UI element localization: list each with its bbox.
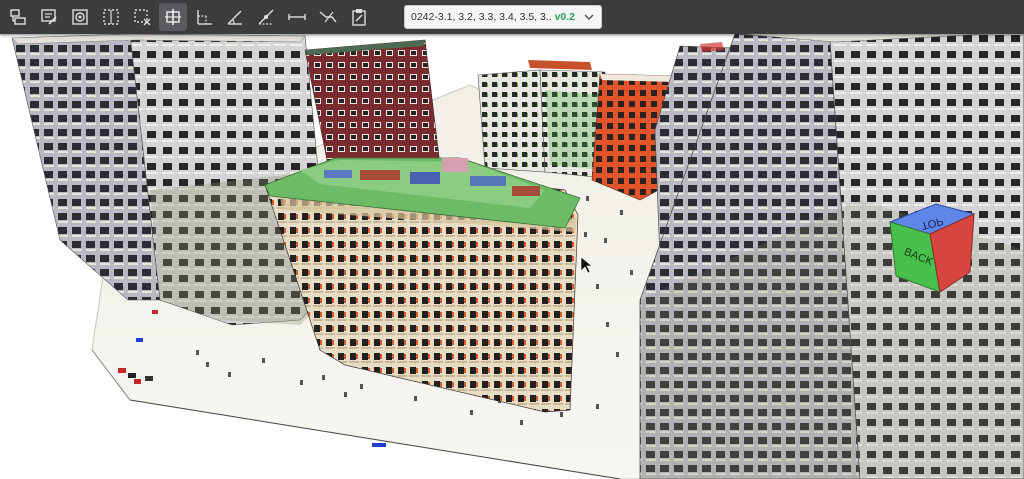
measure-slope-icon	[258, 9, 274, 25]
measure-angle-button[interactable]	[221, 3, 249, 31]
chevron-down-icon	[584, 14, 594, 21]
section-box-clear-icon	[134, 9, 151, 26]
properties-tool-button[interactable]	[4, 3, 32, 31]
model-select-value: 0242-3.1, 3.2, 3.3, 3.4, 3.5, 3...	[411, 11, 551, 23]
clipboard-tool-icon	[352, 9, 366, 26]
isolate-tool-icon	[72, 9, 88, 25]
markup-tool-icon	[41, 9, 57, 25]
measure-slope-button[interactable]	[252, 3, 280, 31]
bim-viewer: TOP BACK 0242-3.1, 3.2, 3.3, 3.4, 3.5, 3…	[0, 0, 1024, 479]
measure-distance-button[interactable]	[283, 3, 311, 31]
measure-path-button[interactable]	[314, 3, 342, 31]
section-box-clear-button[interactable]	[128, 3, 156, 31]
measure-point-button[interactable]	[190, 3, 218, 31]
top-toolbar: 0242-3.1, 3.2, 3.3, 3.4, 3.5, 3... v0.2	[0, 0, 1024, 34]
measure-angle-icon	[227, 10, 242, 25]
section-plane-tool-button[interactable]	[159, 3, 187, 31]
properties-tool-icon	[10, 9, 26, 25]
markup-tool-button[interactable]	[35, 3, 63, 31]
model-version-select[interactable]: 0242-3.1, 3.2, 3.3, 3.4, 3.5, 3... v0.2	[404, 5, 602, 29]
measure-point-icon	[197, 10, 212, 25]
building-back-white[interactable]	[477, 60, 606, 179]
model-version-badge: v0.2	[554, 11, 575, 23]
section-plane-tool-icon	[165, 9, 181, 25]
isolate-tool-button[interactable]	[66, 3, 94, 31]
measure-distance-icon	[288, 14, 306, 20]
section-box-tool-button[interactable]	[97, 3, 125, 31]
3d-viewport[interactable]	[0, 0, 1024, 479]
section-box-tool-icon	[103, 9, 119, 25]
measure-path-icon	[319, 11, 337, 23]
view-cube[interactable]: TOP BACK	[884, 200, 976, 296]
tool-group	[4, 3, 376, 31]
clipboard-tool-button[interactable]	[345, 3, 373, 31]
